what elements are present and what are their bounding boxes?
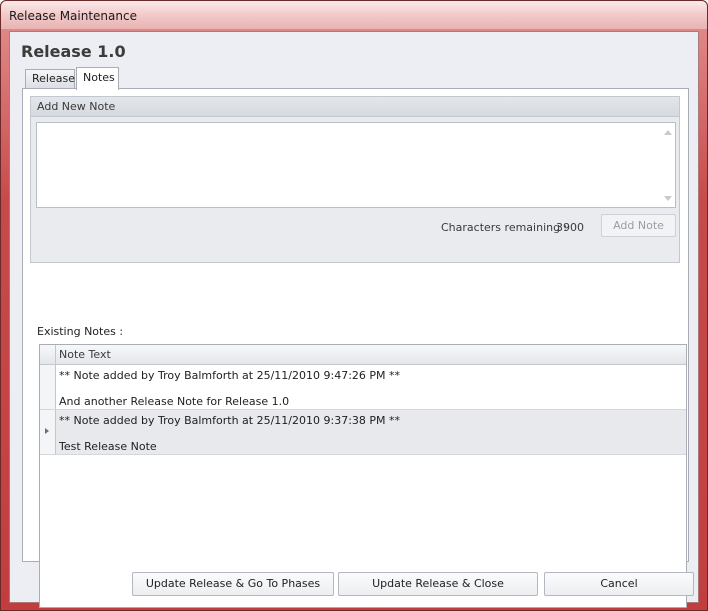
add-note-button[interactable]: Add Note [601, 214, 676, 237]
row-indicator[interactable] [40, 410, 56, 454]
table-row[interactable]: ** Note added by Troy Balmforth at 25/11… [40, 365, 686, 410]
note-body-text: Test Release Note [59, 440, 157, 453]
scroll-up-icon[interactable] [664, 130, 672, 135]
table-row[interactable]: ** Note added by Troy Balmforth at 25/11… [40, 410, 686, 455]
grid-header: Note Text [40, 345, 686, 365]
add-note-group: Add New Note Characters remaining : 3900… [30, 96, 680, 263]
title-bar[interactable]: Release Maintenance [1, 1, 707, 29]
current-row-arrow-icon [45, 428, 49, 434]
note-text-input[interactable] [36, 122, 676, 208]
scroll-down-icon[interactable] [664, 196, 672, 201]
cancel-button[interactable]: Cancel [544, 572, 694, 596]
chars-remaining-value: 3900 [556, 221, 584, 234]
update-release-go-to-phases-button[interactable]: Update Release & Go To Phases [132, 572, 334, 596]
chars-remaining-label: Characters remaining : [441, 221, 568, 234]
column-header-note-text[interactable]: Note Text [59, 348, 111, 361]
existing-notes-label: Existing Notes : [37, 325, 124, 338]
dialog-client-area: Release 1.0 Release Notes Add New Note C… [9, 31, 699, 608]
note-body-text: And another Release Note for Release 1.0 [59, 395, 290, 408]
note-header-text: ** Note added by Troy Balmforth at 25/11… [59, 414, 401, 427]
tab-notes[interactable]: Notes [76, 67, 119, 90]
notes-tab-panel: Add New Note Characters remaining : 3900… [22, 88, 689, 608]
row-indicator-header [40, 345, 56, 364]
update-release-close-button[interactable]: Update Release & Close [338, 572, 538, 596]
window-title: Release Maintenance [9, 9, 137, 23]
notes-grid[interactable]: Note Text ** Note added by Troy Balmfort… [39, 344, 687, 608]
row-indicator[interactable] [40, 365, 56, 409]
note-scrollbar[interactable] [661, 123, 675, 207]
tab-release[interactable]: Release [25, 69, 75, 89]
note-header-text: ** Note added by Troy Balmforth at 25/11… [59, 369, 401, 382]
window-frame: Release Maintenance Release 1.0 Release … [0, 0, 708, 611]
add-note-header: Add New Note [31, 97, 679, 117]
page-title: Release 1.0 [21, 42, 126, 61]
